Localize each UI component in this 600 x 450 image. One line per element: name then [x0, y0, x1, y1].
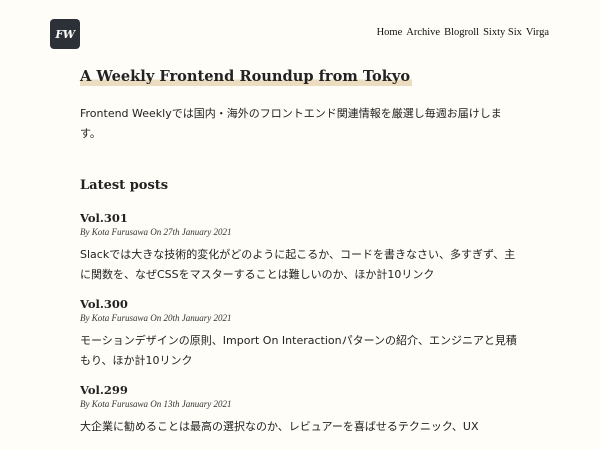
post-summary: Slackでは大きな技術的変化がどのように起こるか、コードを書きなさい、多すぎず… — [80, 248, 516, 281]
post-summary: モーションデザインの原則、Import On Interactionパターンの紹… — [80, 334, 517, 367]
site-logo[interactable]: FW — [50, 19, 80, 49]
post-title-link[interactable]: Vol.300 — [80, 296, 520, 312]
page-title: A Weekly Frontend Roundup from Tokyo — [80, 67, 413, 87]
nav-archive-link[interactable]: Archive — [406, 27, 440, 39]
nav-sixty-six-link[interactable]: Sixty Six — [483, 27, 522, 39]
post-meta: By Kota Furusawa On 27th January 2021 — [80, 227, 232, 237]
nav-virga-link[interactable]: Virga — [526, 27, 549, 39]
post-item: Vol.301 By Kota Furusawa On 27th January… — [80, 210, 520, 284]
post-item: Vol.299 By Kota Furusawa On 13th January… — [80, 382, 520, 437]
post-meta: By Kota Furusawa On 20th January 2021 — [80, 313, 232, 323]
post-summary: 大企業に勧めることは最高の選択なのか、レビュアーを喜ばせるテクニック、UX — [80, 420, 479, 433]
post-title-link[interactable]: Vol.299 — [80, 382, 520, 398]
main-nav: Home Archive Blogroll Sixty Six Virga — [377, 27, 549, 39]
post-item: Vol.300 By Kota Furusawa On 20th January… — [80, 296, 520, 370]
intro-text: Frontend Weeklyでは国内・海外のフロントエンド関連情報を厳選し毎週… — [80, 107, 502, 140]
nav-home-link[interactable]: Home — [377, 27, 403, 39]
main-content: A Weekly Frontend Roundup from Tokyo Fro… — [80, 66, 520, 437]
latest-posts-heading: Latest posts — [80, 178, 169, 193]
nav-blogroll-link[interactable]: Blogroll — [444, 27, 479, 39]
post-meta: By Kota Furusawa On 13th January 2021 — [80, 399, 232, 409]
post-title-link[interactable]: Vol.301 — [80, 210, 520, 226]
